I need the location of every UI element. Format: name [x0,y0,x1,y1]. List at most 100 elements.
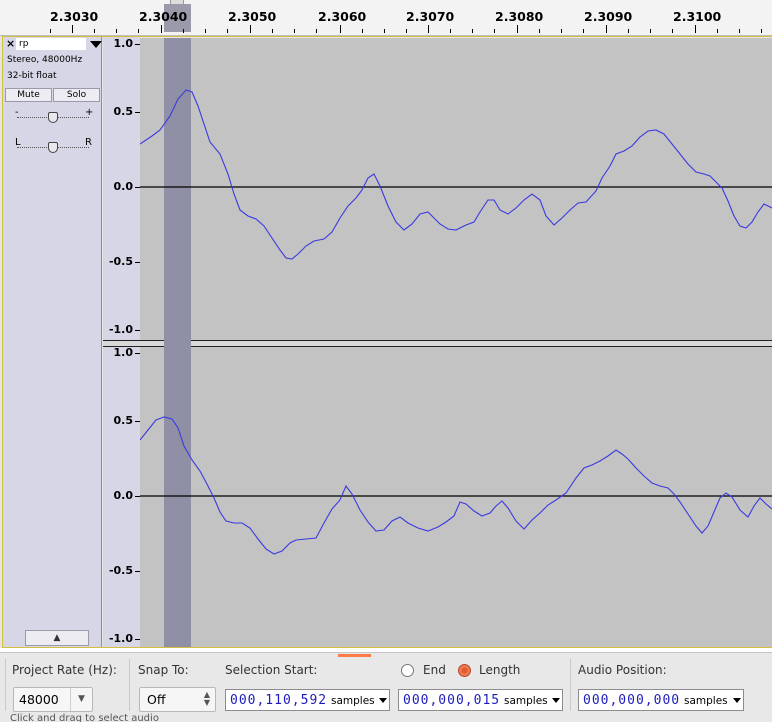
chevron-down-icon[interactable] [552,698,560,703]
amplitude-tick-label: 0.0 [113,489,134,502]
mute-button[interactable]: Mute [5,88,52,102]
timeline-minor-tick [628,29,629,33]
length-radio-label[interactable]: Length [479,663,520,677]
timeline-minor-tick [316,29,317,33]
selection-start-label: Selection Start: [225,663,318,677]
timeline-tick-label: 2.3100 [673,9,722,24]
chevron-down-icon[interactable]: ▼ [70,688,92,711]
timeline-minor-tick [450,29,451,33]
timeline-major-tick [606,25,607,33]
timeline-major-tick [695,25,696,33]
timeline-tick-label: 2.3060 [318,9,367,24]
timeline-major-tick [428,25,429,33]
timeline-major-tick [340,25,341,33]
timeline-minor-tick [650,29,651,33]
selection-length-time-control[interactable]: 000,000,015 samples [398,689,563,711]
up-down-arrows-icon: ▲ ▼ [203,690,210,707]
length-unit: samples [504,695,548,707]
timeline-minor-tick [672,29,673,33]
timeline-major-tick [517,25,518,33]
toolbar-separator [570,659,571,711]
snap-to-label: Snap To: [138,663,189,677]
timeline-minor-tick [539,29,540,33]
amplitude-tick-label: 0.5 [113,105,134,118]
timeline-tick-label: 2.3030 [50,9,99,24]
timeline-major-tick [72,25,73,33]
end-radio-label[interactable]: End [423,663,446,677]
timeline-minor-tick [406,29,407,33]
timeline-minor-tick [138,29,139,33]
timeline-tick-label: 2.3090 [584,9,633,24]
timeline-tick-label: 2.3080 [495,9,544,24]
timeline-minor-tick [205,29,206,33]
chevron-down-icon[interactable] [733,698,741,703]
selection-start-time-control[interactable]: 000,110,592 samples [225,689,390,711]
selection-start-unit: samples [331,695,375,707]
timeline-minor-tick [494,29,495,33]
waveform-line-channel-2 [140,416,772,555]
pan-slider-thumb[interactable] [48,142,58,153]
timeline-minor-tick [384,29,385,33]
project-rate-label: Project Rate (Hz): [12,663,117,677]
track-format-rate: Stereo, 48000Hz [7,55,83,65]
timeline-major-tick [161,25,162,33]
audio-position-unit: samples [684,695,728,707]
snap-to-value: Off [147,692,166,707]
selection-toolbar: Project Rate (Hz): 48000 ▼ Snap To: Off … [0,652,772,722]
timeline-tick-label: 2.3070 [406,9,455,24]
timeline-minor-tick [561,29,562,33]
timeline-minor-tick [183,29,184,33]
timeline-minor-tick [227,29,228,33]
timeline-minor-tick [583,29,584,33]
timeline-minor-tick [761,29,762,33]
status-bar-text: Click and drag to select audio [10,713,159,722]
gain-slider[interactable]: - + [13,107,93,127]
selection-start-digits[interactable]: 000,110,592 [230,693,327,708]
track-format-bitdepth: 32-bit float [7,71,57,81]
timeline-minor-tick [50,29,51,33]
collapse-track-button[interactable]: ▲ [25,630,89,646]
timeline-minor-tick [272,29,273,33]
length-digits[interactable]: 000,000,015 [403,693,500,708]
timeline-minor-tick [362,29,363,33]
amplitude-tick-label: -0.5 [108,564,133,577]
collapse-up-icon: ▲ [53,633,61,643]
solo-button[interactable]: Solo [53,88,100,102]
audio-position-time-control[interactable]: 000,000,000 samples [578,689,744,711]
amplitude-tick-label: 0.0 [113,180,134,193]
length-radio-button[interactable] [458,664,471,677]
timeline-minor-tick [717,29,718,33]
pan-slider[interactable]: L R [13,137,93,157]
track-header: × rp [4,38,102,50]
amplitude-tick-label: -1.0 [108,632,133,645]
project-rate-combobox[interactable]: 48000 ▼ [13,687,93,712]
timeline-tick-label: 2.3050 [228,9,277,24]
timeline-ruler[interactable]: 2.3030 2.3040 2.3050 2.3060 2.3070 2.3080 2.30… [0,0,772,36]
timeline-tick-label: 2.3040 [139,9,188,24]
track-name-button[interactable]: rp [16,38,86,50]
amplitude-tick-label: -0.5 [108,255,133,268]
audio-position-digits[interactable]: 000,000,000 [583,693,680,708]
amplitude-tick-label: 0.5 [113,414,134,427]
chevron-down-icon[interactable] [379,698,387,703]
track-control-panel[interactable]: × rp Stereo, 48000Hz 32-bit float Mute S… [2,36,102,648]
timeline-minor-tick [472,29,473,33]
amplitude-tick-label: 1.0 [113,37,134,50]
timeline-minor-tick [739,29,740,33]
gain-slider-thumb[interactable] [48,112,58,123]
end-radio-button[interactable] [401,664,414,677]
waveform-display [140,89,772,555]
amplitude-tick-label: 1.0 [113,346,134,359]
timeline-minor-tick [116,29,117,33]
track-menu-dropdown-icon[interactable] [90,41,102,48]
timeline-minor-tick [94,29,95,33]
project-rate-value[interactable]: 48000 [19,692,59,707]
audio-position-label: Audio Position: [578,663,667,677]
toolbar-separator [129,659,130,711]
timeline-major-tick [250,25,251,33]
timeline-minor-tick [294,29,295,33]
toolbar-grip[interactable] [5,659,6,711]
snap-to-select[interactable]: Off ▲ ▼ [139,687,216,712]
waveform-line-channel-1 [140,89,772,260]
toolbar-resize-grip[interactable] [338,654,371,657]
